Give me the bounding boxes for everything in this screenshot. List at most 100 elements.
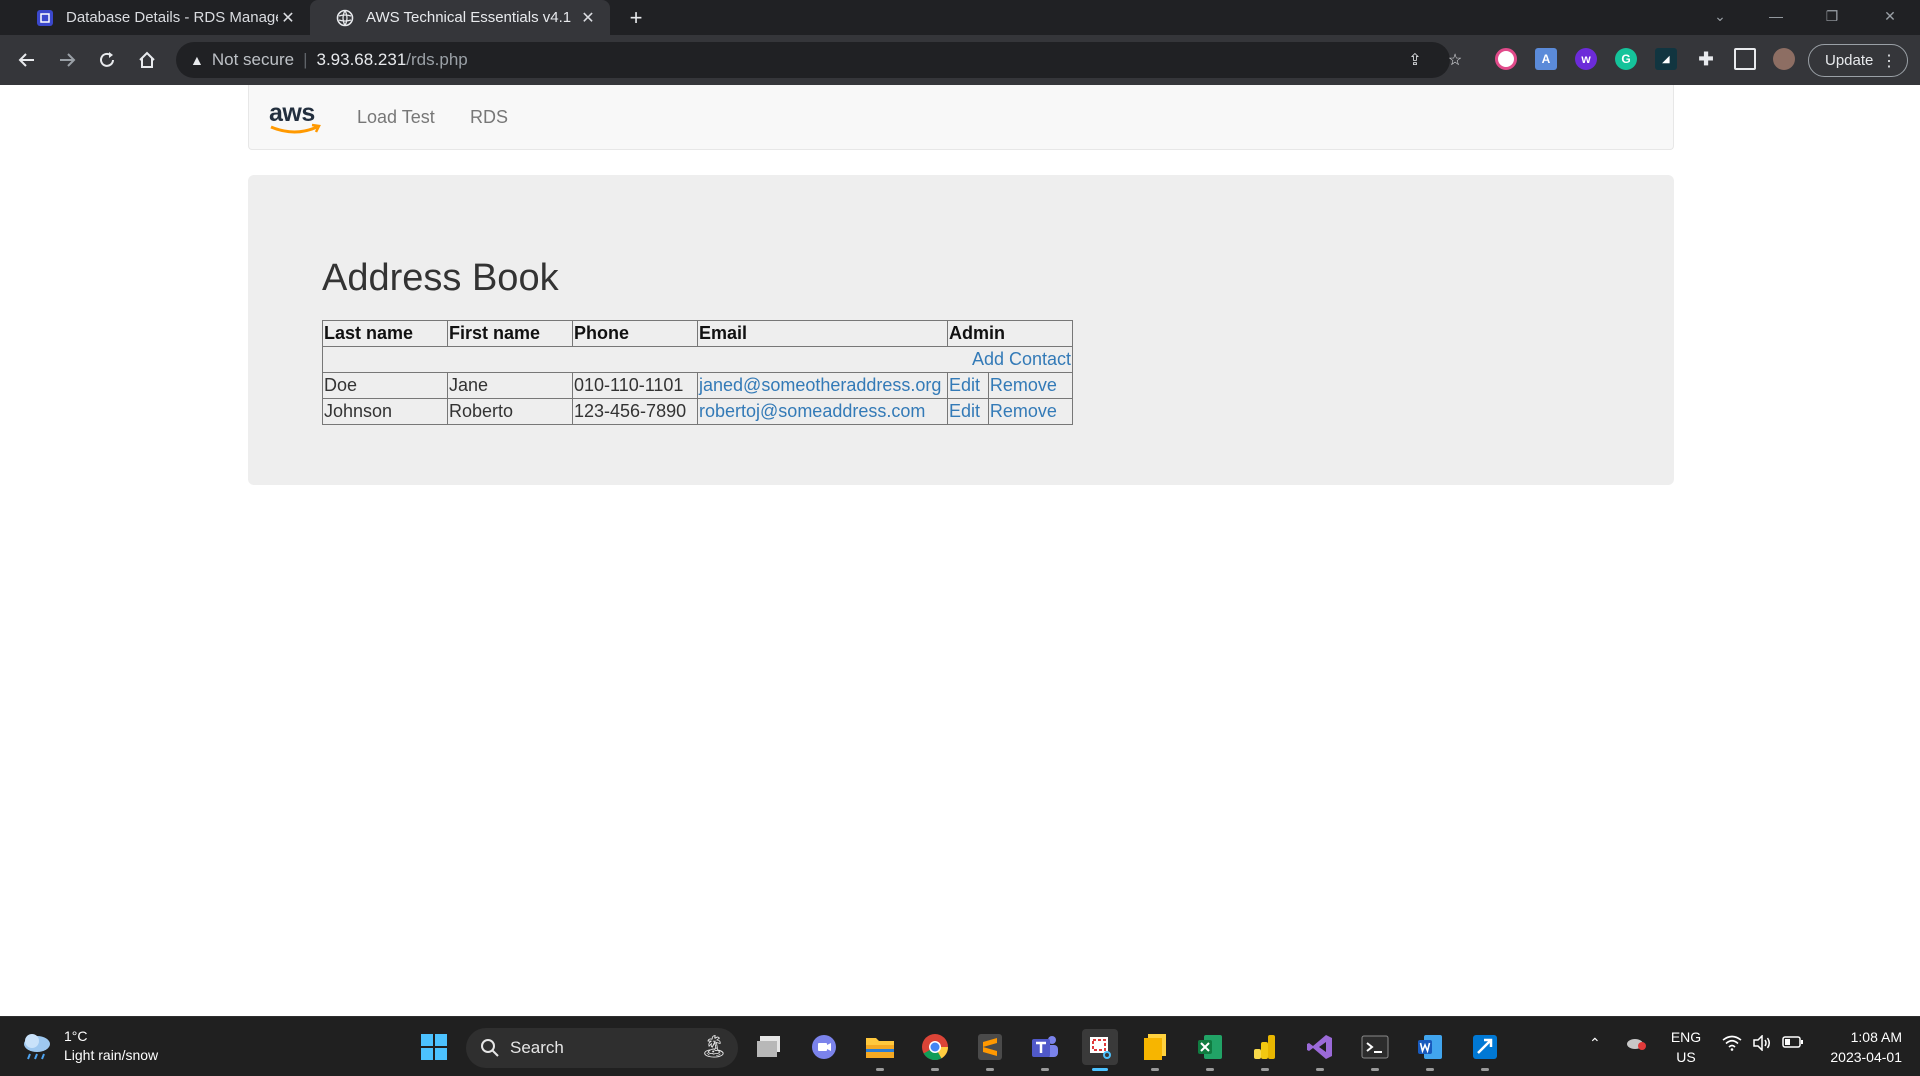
file-explorer-icon[interactable] — [862, 1029, 898, 1071]
volume-icon[interactable] — [1752, 1034, 1772, 1054]
terminal-icon[interactable] — [1357, 1029, 1393, 1071]
task-view-icon[interactable] — [752, 1029, 788, 1065]
clock-time: 1:08 AM — [1850, 1029, 1902, 1045]
security-label: Not secure — [211, 50, 295, 69]
remove-link[interactable]: Remove — [990, 375, 1057, 395]
edit-link[interactable]: Edit — [949, 401, 980, 421]
cell-last-name: Doe — [322, 372, 448, 399]
minimize-icon[interactable]: — — [1748, 0, 1804, 32]
excel-icon[interactable] — [1192, 1029, 1228, 1071]
home-icon[interactable] — [134, 47, 160, 73]
snipping-tool-icon[interactable] — [1082, 1029, 1118, 1071]
taskbar: 1°C Light rain/snow Search 🏝 ⌃ ENG US 1:… — [0, 1016, 1920, 1076]
start-button[interactable] — [416, 1029, 452, 1065]
cell-first-name: Jane — [447, 372, 573, 399]
reload-icon[interactable] — [94, 47, 120, 73]
remove-link[interactable]: Remove — [990, 401, 1057, 421]
sublime-text-icon[interactable] — [972, 1029, 1008, 1071]
language-code: ENG — [1670, 1029, 1702, 1045]
weather-condition: Light rain/snow — [64, 1047, 159, 1063]
taskbar-search[interactable]: Search 🏝 — [466, 1028, 738, 1068]
divider: | — [303, 50, 308, 69]
tab-title: AWS Technical Essentials v4.1 — [366, 9, 572, 26]
url-path: /rds.php — [406, 50, 468, 69]
col-admin: Admin — [947, 320, 1073, 347]
remote-desktop-icon[interactable] — [1467, 1029, 1503, 1071]
power-bi-icon[interactable] — [1247, 1029, 1283, 1071]
language-indicator[interactable]: ENG US — [1668, 1027, 1704, 1067]
visual-studio-icon[interactable] — [1302, 1029, 1338, 1071]
weather-temp: 1°C — [64, 1028, 88, 1044]
table-row: Johnson Roberto 123-456-7890 robertoj@so… — [322, 398, 1074, 425]
extension-ring-icon[interactable] — [1495, 48, 1517, 70]
tab-aws-technical-essentials[interactable]: AWS Technical Essentials v4.1 ✕ — [310, 0, 610, 35]
browser-toolbar: ▲ Not secure | 3.93.68.231/rds.php ⇪ ☆ A… — [0, 35, 1920, 85]
cell-last-name: Johnson — [322, 398, 448, 425]
nav-rds[interactable]: RDS — [470, 107, 508, 128]
address-bar[interactable]: ▲ Not secure | 3.93.68.231/rds.php ⇪ ☆ — [176, 42, 1462, 78]
cloud-rain-icon — [24, 1034, 50, 1060]
weather-widget[interactable]: 1°C Light rain/snow — [20, 1027, 158, 1065]
extension-w-icon[interactable]: w — [1575, 48, 1597, 70]
cell-phone: 010-110-1101 — [572, 372, 698, 399]
tab-rds-management[interactable]: Database Details - RDS Managem ✕ — [10, 0, 310, 35]
browser-tab-strip: Database Details - RDS Managem ✕ AWS Tec… — [0, 0, 1920, 35]
forward-icon[interactable] — [54, 47, 80, 73]
address-book-table: Last name First name Phone Email Admin A… — [322, 320, 1074, 425]
url-host: 3.93.68.231 — [316, 50, 407, 69]
close-tab-icon[interactable]: ✕ — [278, 8, 298, 28]
new-tab-button[interactable]: + — [623, 5, 649, 31]
sticky-files-icon[interactable] — [1137, 1029, 1173, 1071]
add-contact-link[interactable]: Add Contact — [972, 349, 1071, 369]
add-contact-row: Add Contact — [322, 346, 1073, 373]
email-link[interactable]: robertoj@someaddress.com — [699, 401, 925, 421]
profile-avatar[interactable] — [1773, 48, 1795, 70]
tab-search-icon[interactable]: ⌄ — [1692, 0, 1748, 32]
grammarly-icon[interactable]: G — [1615, 48, 1637, 70]
word-icon[interactable] — [1412, 1029, 1448, 1071]
update-label: Update — [1825, 52, 1874, 69]
col-email: Email — [697, 320, 948, 347]
page-title: Address Book — [322, 257, 559, 299]
edit-link[interactable]: Edit — [949, 375, 980, 395]
search-icon — [481, 1039, 499, 1057]
clock-date: 2023-04-01 — [1830, 1049, 1902, 1065]
content-panel: Address Book Last name First name Phone … — [248, 175, 1674, 485]
table-header-row: Last name First name Phone Email Admin — [322, 320, 1073, 347]
globe-icon — [336, 9, 354, 27]
system-clock[interactable]: 1:08 AM 2023-04-01 — [1820, 1027, 1902, 1067]
email-link[interactable]: janed@someotheraddress.org — [699, 375, 941, 395]
col-first-name: First name — [447, 320, 573, 347]
battery-icon[interactable] — [1782, 1035, 1804, 1052]
aws-smile-icon — [270, 123, 321, 134]
windows-logo-icon — [421, 1034, 447, 1060]
cell-phone: 123-456-7890 — [572, 398, 698, 425]
side-panel-icon[interactable] — [1734, 48, 1756, 70]
aws-logo[interactable]: aws — [269, 99, 323, 139]
col-last-name: Last name — [322, 320, 448, 347]
share-icon[interactable]: ⇪ — [1402, 42, 1428, 78]
teams-icon[interactable] — [1027, 1029, 1063, 1071]
col-phone: Phone — [572, 320, 698, 347]
search-highlight-icon: 🏝 — [700, 1034, 728, 1059]
chat-icon[interactable] — [806, 1029, 842, 1065]
extension-tracker-icon[interactable]: ◢ — [1655, 48, 1677, 70]
kebab-menu-icon[interactable]: ⋮ — [1881, 51, 1897, 71]
close-tab-icon[interactable]: ✕ — [578, 8, 598, 28]
show-hidden-icons-icon[interactable]: ⌃ — [1589, 1035, 1601, 1052]
site-navbar: aws Load Test RDS — [248, 85, 1674, 150]
wifi-icon[interactable] — [1722, 1035, 1742, 1054]
restore-icon[interactable]: ❐ — [1804, 0, 1860, 32]
update-button[interactable]: Update ⋮ — [1808, 44, 1908, 77]
search-label: Search — [510, 1038, 564, 1057]
nav-load-test[interactable]: Load Test — [357, 107, 435, 128]
bookmark-star-icon[interactable]: ☆ — [1442, 42, 1468, 78]
chrome-icon[interactable] — [917, 1029, 953, 1071]
back-icon[interactable] — [14, 47, 40, 73]
extension-translate-icon[interactable]: A — [1535, 48, 1557, 70]
cell-first-name: Roberto — [447, 398, 573, 425]
region-code: US — [1676, 1049, 1696, 1065]
onedrive-error-icon[interactable] — [1625, 1035, 1647, 1054]
extensions-puzzle-icon[interactable]: ✚ — [1695, 48, 1717, 70]
close-window-icon[interactable]: ✕ — [1862, 0, 1918, 32]
